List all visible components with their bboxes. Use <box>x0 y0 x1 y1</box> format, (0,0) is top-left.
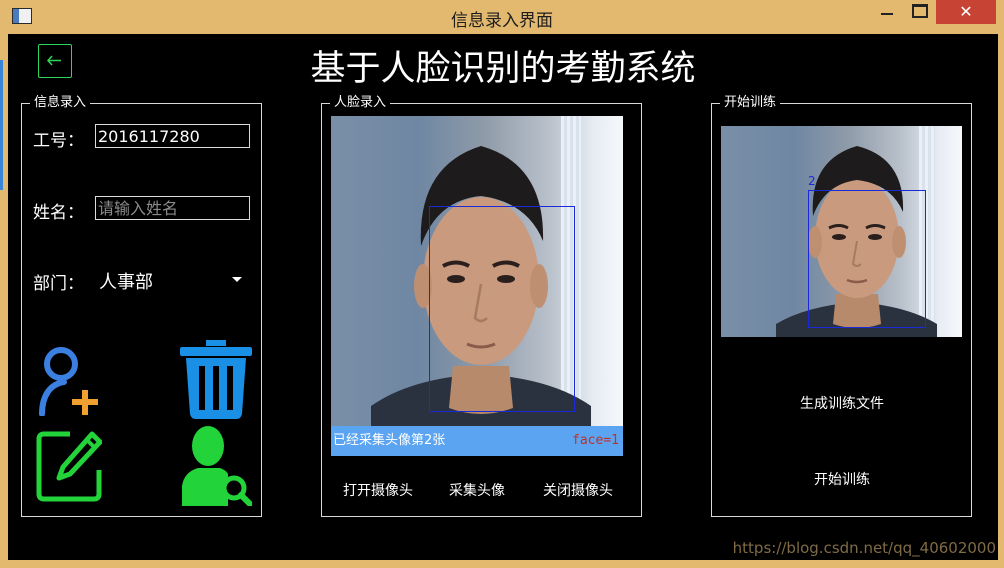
search-user-button[interactable] <box>180 424 253 507</box>
chevron-down-icon <box>232 277 242 282</box>
name-label: 姓名： <box>33 203 84 223</box>
window-title: 信息录入界面 <box>451 11 553 31</box>
desktop-edge <box>0 60 3 190</box>
edit-icon <box>36 431 103 502</box>
edit-button[interactable] <box>36 430 103 502</box>
open-camera-button[interactable]: 打开摄像头 <box>336 480 420 500</box>
training-face-box <box>808 190 926 328</box>
training-group: 开始训练 2 生成训练文件 开始训练 <box>711 94 972 517</box>
close-camera-button[interactable]: 关闭摄像头 <box>534 480 622 500</box>
name-field[interactable] <box>95 196 250 220</box>
capture-status-bar: 已经采集头像第2张 face=1 <box>331 426 623 456</box>
info-input-group: 信息录入 工号： 姓名： 部门： 人事部 <box>21 94 262 517</box>
add-user-icon <box>39 347 98 417</box>
close-button[interactable]: ✕ <box>936 0 996 24</box>
camera-preview <box>331 116 623 426</box>
add-user-button[interactable] <box>36 344 102 417</box>
training-preview: 2 <box>721 126 962 337</box>
minimize-button[interactable] <box>872 0 902 22</box>
capture-status-text: 已经采集头像第2张 <box>333 433 446 448</box>
face-box-label: 2 <box>808 174 816 188</box>
watermark: https://blog.csdn.net/qq_40602000 <box>732 539 996 557</box>
search-user-icon <box>182 426 253 507</box>
generate-training-file-button[interactable]: 生成训练文件 <box>772 393 912 413</box>
window-titlebar: 信息录入界面 ✕ <box>0 0 1004 34</box>
capture-photo-button[interactable]: 采集头像 <box>440 480 514 500</box>
face-count-text: face=1 <box>572 433 619 448</box>
dept-select-value: 人事部 <box>99 272 153 293</box>
face-detect-box <box>429 206 575 412</box>
id-field[interactable] <box>95 124 250 148</box>
trash-icon <box>180 340 252 419</box>
training-group-title: 开始训练 <box>720 94 781 112</box>
maximize-button[interactable] <box>904 0 934 22</box>
delete-button[interactable] <box>180 340 252 420</box>
start-training-button[interactable]: 开始训练 <box>792 469 892 489</box>
id-label: 工号： <box>33 131 84 151</box>
page-title: 基于人脸识别的考勤系统 <box>310 49 696 89</box>
face-input-group-title: 人脸录入 <box>330 94 391 112</box>
face-input-group: 人脸录入 已经采集头像第2张 face=1 打开摄像头 采集头像 关闭摄像头 <box>321 94 642 517</box>
info-input-group-title: 信息录入 <box>30 94 91 112</box>
dept-label: 部门： <box>33 274 84 294</box>
dept-select[interactable]: 人事部 <box>95 264 245 294</box>
main-window: 基于人脸识别的考勤系统 信息录入 工号： 姓名： 部门： 人事部 <box>8 34 998 560</box>
